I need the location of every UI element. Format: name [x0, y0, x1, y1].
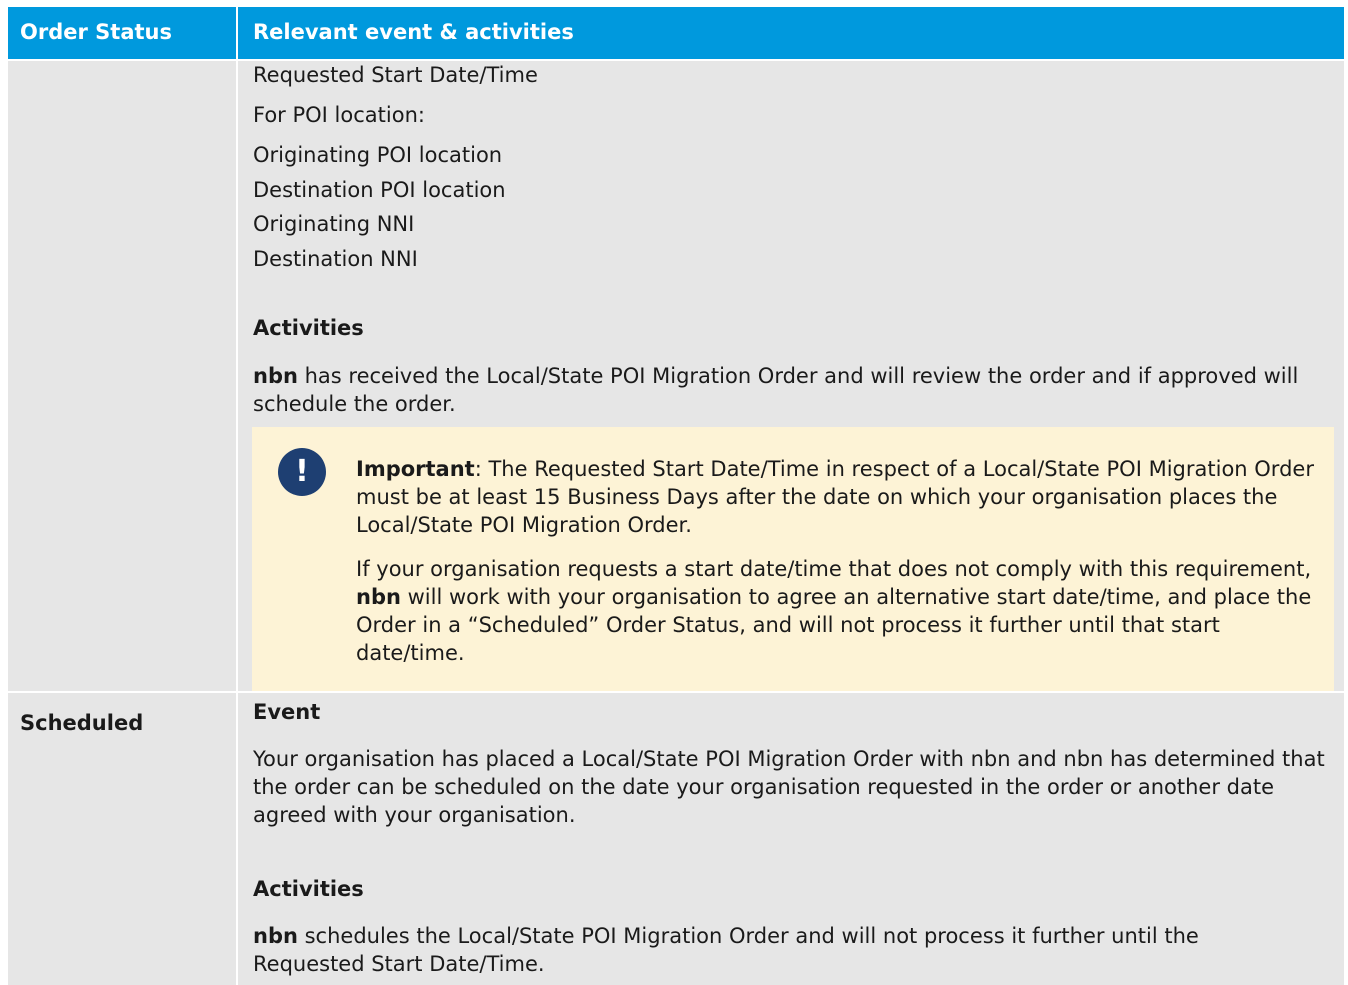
requirement-paragraph: If your organisation requests a start da… — [356, 555, 1326, 667]
row2-events-cell: Event Your organisation has placed a Loc… — [238, 693, 1344, 985]
line-for-poi-location: For POI location: — [253, 103, 425, 127]
line-destination-nni: Destination NNI — [253, 247, 418, 271]
header-order-status: Order Status — [20, 20, 172, 44]
important-text: : The Requested Start Date/Time in respe… — [356, 457, 1314, 537]
line-destination-poi: Destination POI location — [253, 178, 506, 202]
nbn-bold: nbn — [253, 364, 298, 388]
header-relevant-events: Relevant event & activities — [253, 20, 574, 44]
activities-paragraph-scheduled: nbn schedules the Local/State POI Migrat… — [253, 922, 1313, 978]
activities-text-scheduled: schedules the Local/State POI Migration … — [253, 924, 1199, 976]
row2-status-cell: Scheduled — [8, 693, 236, 985]
line-requested-start: Requested Start Date/Time — [253, 63, 538, 87]
nbn-bold-callout: nbn — [356, 585, 401, 609]
activities-heading-scheduled: Activities — [253, 877, 364, 901]
nbn-bold-scheduled: nbn — [253, 924, 298, 948]
activities-heading: Activities — [253, 316, 364, 340]
activities-text: has received the Local/State POI Migrati… — [253, 364, 1299, 416]
requirement-text-b: will work with your organisation to agre… — [356, 585, 1312, 665]
exclamation-icon: ! — [278, 448, 326, 496]
event-paragraph: Your organisation has placed a Local/Sta… — [253, 747, 1325, 827]
order-status-table: Order Status Relevant event & activities… — [0, 0, 1348, 985]
important-label: Important — [356, 457, 475, 481]
header-cell-relevant-events: Relevant event & activities — [238, 7, 1344, 59]
status-scheduled: Scheduled — [20, 711, 144, 735]
important-callout: ! Important: The Requested Start Date/Ti… — [252, 427, 1334, 691]
header-cell-order-status: Order Status — [8, 7, 236, 59]
line-originating-nni: Originating NNI — [253, 212, 415, 236]
row1-status-cell — [8, 61, 236, 691]
requirement-text-a: If your organisation requests a start da… — [356, 557, 1312, 581]
activities-paragraph: nbn has received the Local/State POI Mig… — [253, 362, 1313, 418]
line-originating-poi: Originating POI location — [253, 143, 503, 167]
important-paragraph: Important: The Requested Start Date/Time… — [356, 455, 1326, 539]
event-heading: Event — [253, 700, 321, 724]
row1-events-cell: Requested Start Date/Time For POI locati… — [238, 61, 1344, 691]
